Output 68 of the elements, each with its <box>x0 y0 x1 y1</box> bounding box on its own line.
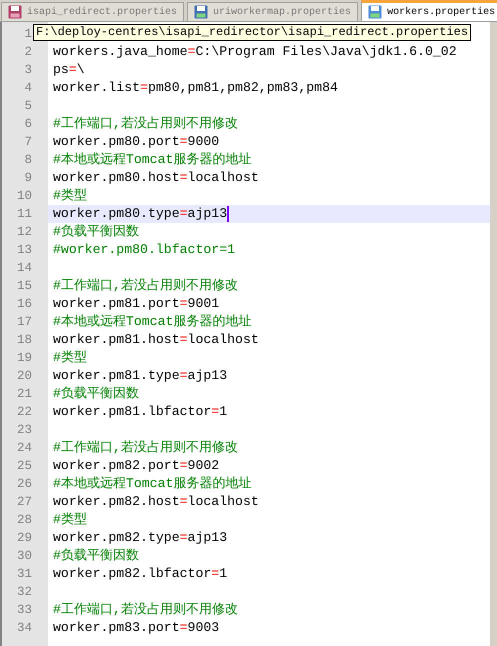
text-cursor <box>227 206 230 222</box>
file-tab[interactable]: isapi_redirect.properties <box>1 2 184 21</box>
line-number: 34 <box>16 622 32 634</box>
line-number: 9 <box>24 172 32 184</box>
code-line: worker.pm81.host=localhost <box>53 333 259 347</box>
line-number: 13 <box>16 244 32 256</box>
line-number: 19 <box>16 352 32 364</box>
code-line: worker.pm82.lbfactor=1 <box>53 567 228 581</box>
line-number: 4 <box>24 82 32 94</box>
comment-line: #worker.pm80.lbfactor=1 <box>53 243 236 257</box>
code-line: worker.pm80.host=localhost <box>53 171 259 185</box>
file-tab[interactable]: uriworkermap.properties <box>187 2 358 21</box>
line-number: 17 <box>16 316 32 328</box>
file-tab[interactable]: workers.properties <box>361 0 497 21</box>
comment-line: #本地或远程Tomcat服务器的地址 <box>53 153 252 167</box>
line-number: 31 <box>16 568 32 580</box>
line-number: 10 <box>16 190 32 202</box>
line-number: 26 <box>16 478 32 490</box>
line-number: 24 <box>16 442 32 454</box>
line-number: 33 <box>16 604 32 616</box>
line-number: 32 <box>16 586 32 598</box>
line-number: 23 <box>16 424 32 436</box>
comment-line: #类型 <box>53 351 87 365</box>
line-number: 7 <box>24 136 32 148</box>
line-number: 11 <box>16 208 32 220</box>
line-number: 22 <box>16 406 32 418</box>
line-number: 3 <box>24 64 32 76</box>
comment-line: #负载平衡因数 <box>53 225 139 239</box>
code-line: worker.pm82.port=9002 <box>53 459 220 473</box>
line-number: 8 <box>24 154 32 166</box>
comment-line: #类型 <box>53 513 87 527</box>
code-line: worker.pm80.type=ajp13 <box>53 207 228 221</box>
comment-line: #类型 <box>53 189 87 203</box>
line-number: 20 <box>16 370 32 382</box>
comment-line: #工作端口,若没占用则不用修改 <box>53 603 238 617</box>
code-line: worker.pm81.port=9001 <box>53 297 220 311</box>
line-number: 12 <box>16 226 32 238</box>
comment-line: #本地或远程Tomcat服务器的地址 <box>53 315 252 329</box>
comment-line: #本地或远程Tomcat服务器的地址 <box>53 477 252 491</box>
line-number: 25 <box>16 460 32 472</box>
line-number: 15 <box>16 280 32 292</box>
code-line: worker.pm83.port=9003 <box>53 621 220 635</box>
line-number: 18 <box>16 334 32 346</box>
line-number: 30 <box>16 550 32 562</box>
code-line: worker.pm81.type=ajp13 <box>53 369 228 383</box>
code-line: worker.list=pm80,pm81,pm82,pm83,pm84 <box>53 81 338 95</box>
comment-line: #负载平衡因数 <box>53 549 139 563</box>
line-number: 5 <box>24 100 32 112</box>
path-tooltip: F:\deploy-centres\isapi_redirector\isapi_redirect.properties <box>33 24 472 41</box>
line-number: 1 <box>24 28 32 40</box>
comment-line: #工作端口,若没占用则不用修改 <box>53 117 238 131</box>
code-line: workers.java_home=C:\Program Files\Java\jdk1.6.0_02 <box>53 45 457 59</box>
line-number: 6 <box>24 118 32 130</box>
comment-line: #工作端口,若没占用则不用修改 <box>53 441 238 455</box>
code-line: worker.pm80.port=9000 <box>53 135 220 149</box>
line-number: 21 <box>16 388 32 400</box>
line-number: 16 <box>16 298 32 310</box>
line-number: 28 <box>16 514 32 526</box>
code-line: worker.pm82.host=localhost <box>53 495 259 509</box>
code-line: worker.pm82.type=ajp13 <box>53 531 228 545</box>
comment-line: #工作端口,若没占用则不用修改 <box>53 279 238 293</box>
line-number: 2 <box>24 46 32 58</box>
comment-line: #负载平衡因数 <box>53 387 139 401</box>
code-line: worker.pm81.lbfactor=1 <box>53 405 228 419</box>
code-line: ps=\ <box>53 63 85 77</box>
line-number: 14 <box>16 262 32 274</box>
line-number: 27 <box>16 496 32 508</box>
line-number: 29 <box>16 532 32 544</box>
